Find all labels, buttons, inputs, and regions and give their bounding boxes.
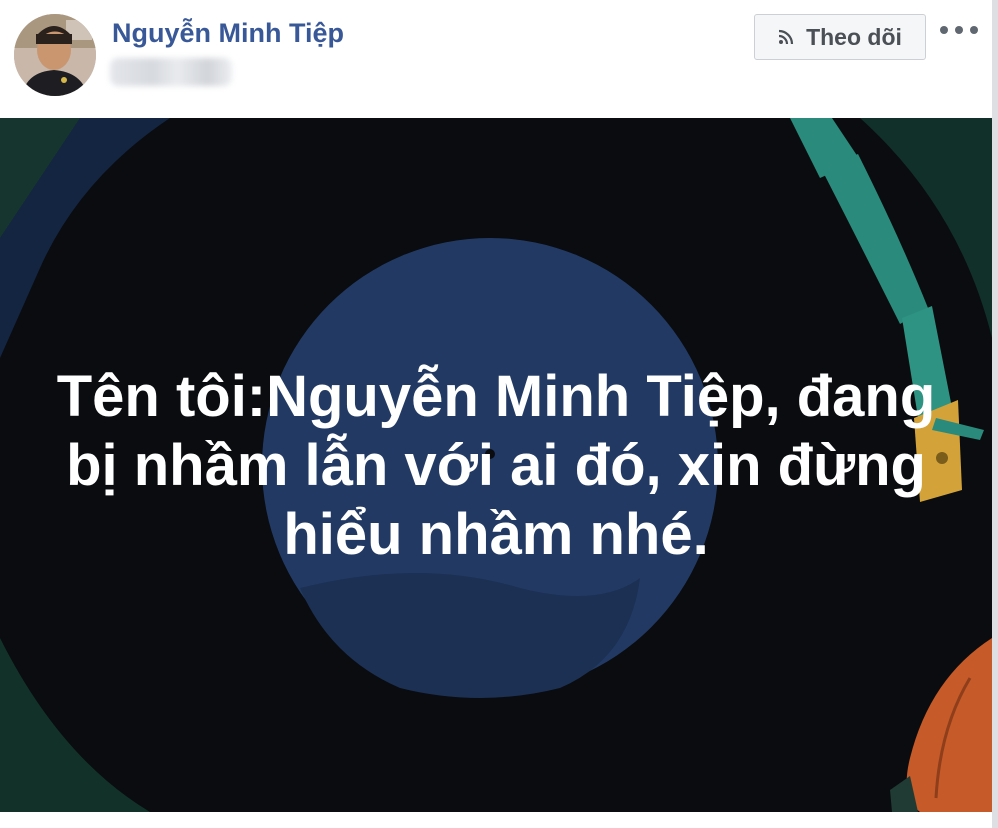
follow-button-label: Theo dõi: [806, 23, 902, 50]
page-scroll-edge: [992, 0, 998, 828]
post-card: Nguyễn Minh Tiệp Theo dõi Tên tôi:Nguyễn…: [0, 0, 998, 828]
more-options-icon[interactable]: [940, 18, 978, 42]
post-status-text: Tên tôi:Nguyễn Minh Tiệp, đang bị nhầm l…: [56, 364, 936, 567]
more-dot: [955, 26, 963, 34]
more-dot: [970, 26, 978, 34]
post-header: Nguyễn Minh Tiệp Theo dõi: [0, 0, 998, 118]
rss-icon: [778, 29, 794, 45]
more-dot: [940, 26, 948, 34]
follow-button[interactable]: Theo dõi: [754, 14, 926, 60]
author-name-link[interactable]: Nguyễn Minh Tiệp: [112, 18, 344, 49]
post-background-image[interactable]: Tên tôi:Nguyễn Minh Tiệp, đang bị nhầm l…: [0, 118, 992, 812]
author-avatar[interactable]: [14, 14, 96, 96]
avatar-photo: [14, 14, 96, 96]
post-timestamp-blurred: [110, 58, 232, 86]
